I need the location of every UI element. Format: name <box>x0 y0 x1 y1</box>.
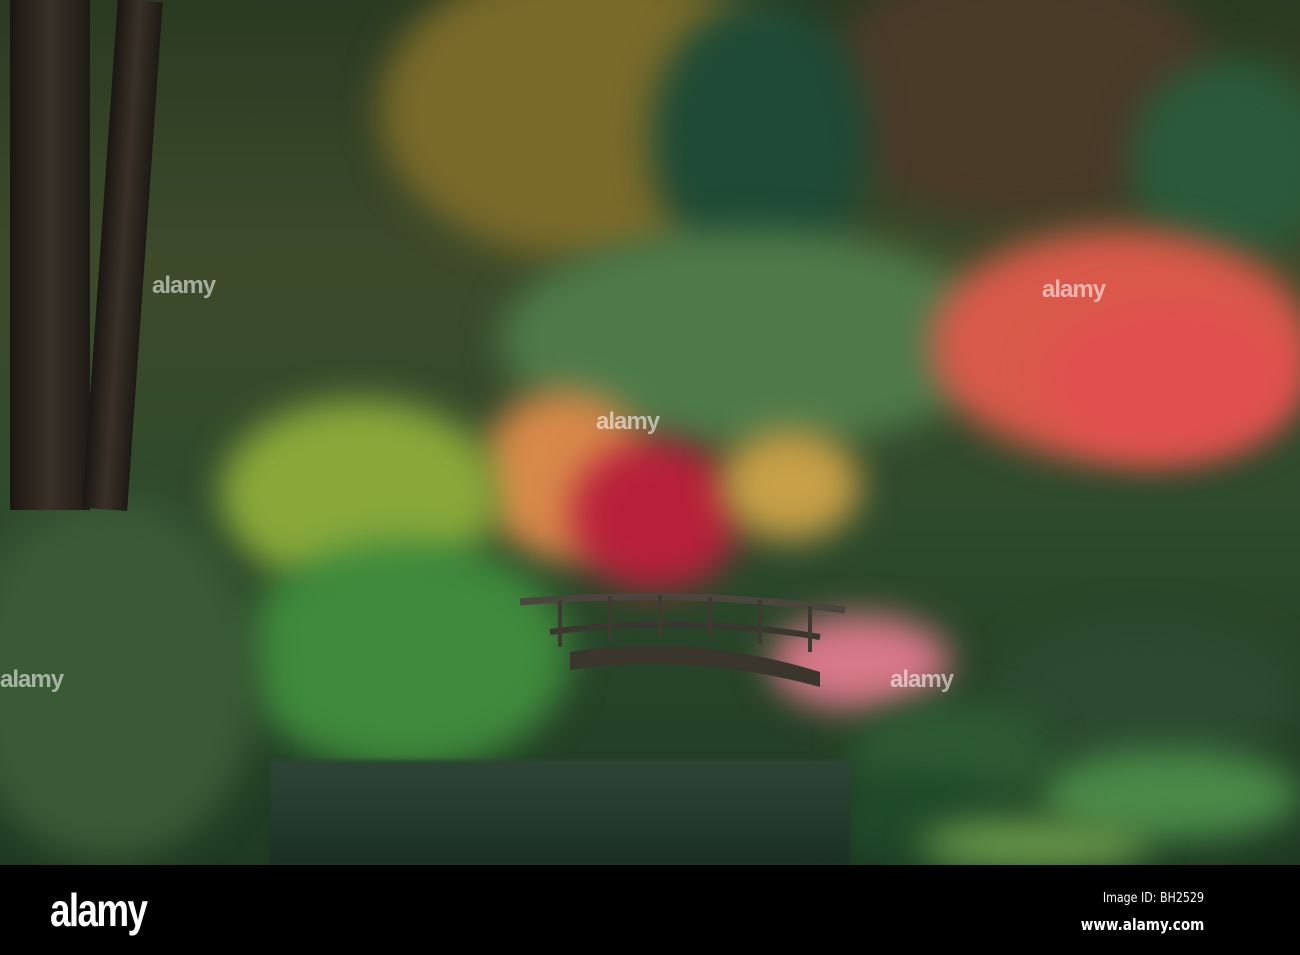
stock-photo: alamy alamy alamy alamy alamy alamy Imag… <box>0 0 1300 955</box>
watermark: alamy <box>152 272 216 299</box>
pond <box>270 760 850 865</box>
watermark: alamy <box>0 666 64 693</box>
wooden-bridge <box>520 593 845 687</box>
site-link[interactable]: www.alamy.com <box>1080 915 1204 934</box>
footer-bar: alamy Image ID: BH2529 www.alamy.com <box>0 865 1300 955</box>
alamy-logo: alamy <box>50 884 148 936</box>
watermark: alamy <box>890 666 954 693</box>
japanese-garden-photo: alamy alamy alamy alamy alamy <box>0 0 1300 865</box>
image-id: Image ID: BH2529 <box>1102 891 1204 906</box>
watermark: alamy <box>596 408 660 435</box>
watermark: alamy <box>1042 276 1106 303</box>
